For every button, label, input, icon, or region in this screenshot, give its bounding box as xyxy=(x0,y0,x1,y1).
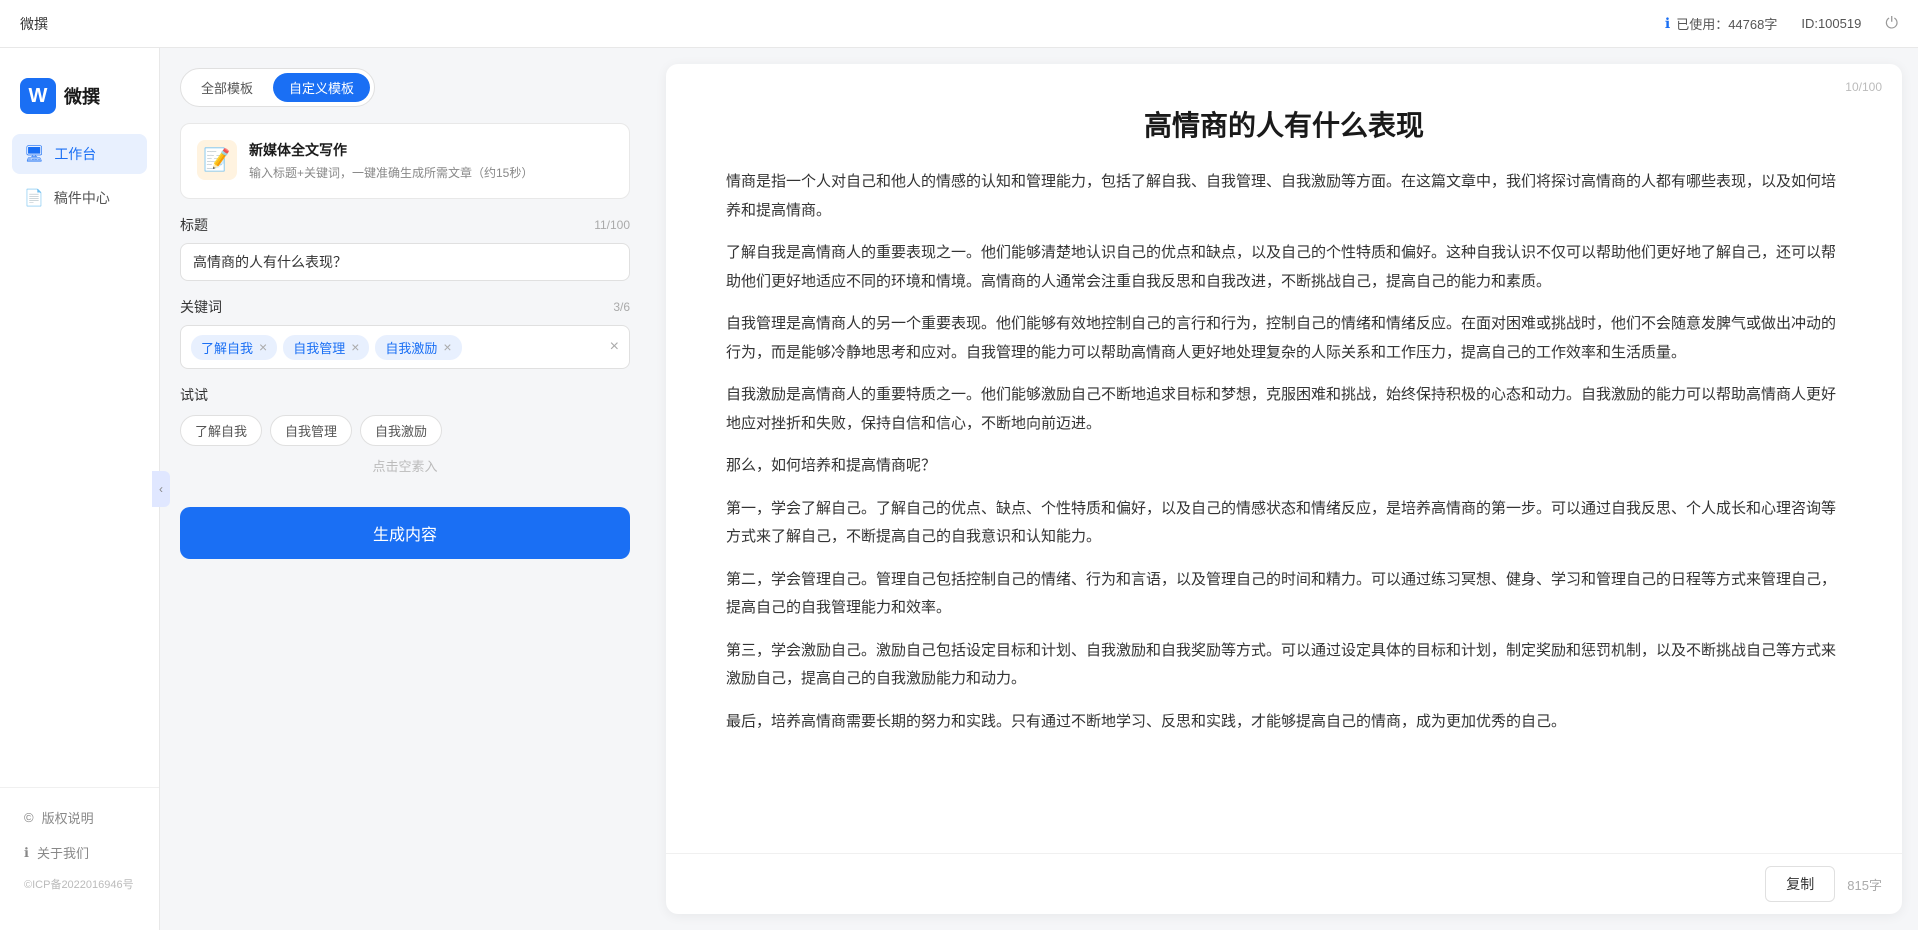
template-card[interactable]: 📝 新媒体全文写作 输入标题+关键词，一键准确生成所需文章（约15秒） xyxy=(180,123,630,199)
generate-button[interactable]: 生成内容 xyxy=(180,507,630,559)
copyright-icon: © xyxy=(24,810,34,825)
keyword-label-2: 自我激励 xyxy=(385,338,437,357)
suggestion-tag-2[interactable]: 自我激励 xyxy=(360,415,442,446)
keyword-remove-2[interactable]: × xyxy=(443,339,451,355)
paragraph-8: 最后，培养高情商需要长期的努力和实践。只有通过不断地学习、反思和实践，才能够提高… xyxy=(726,708,1842,737)
sidebar-item-copyright[interactable]: © 版权说明 xyxy=(12,800,147,835)
desktop-icon: 🖥 xyxy=(24,144,44,164)
paragraph-0: 情商是指一个人对自己和他人的情感的认知和管理能力，包括了解自我、自我管理、自我激… xyxy=(726,168,1842,225)
page-count: 10/100 xyxy=(1845,80,1882,94)
keyword-tag-1[interactable]: 自我管理 × xyxy=(283,335,369,360)
keywords-label-row: 关键词 3/6 xyxy=(180,297,630,317)
keyword-label-0: 了解自我 xyxy=(201,338,253,357)
title-input[interactable] xyxy=(180,243,630,281)
keywords-count: 3/6 xyxy=(613,300,630,314)
sidebar-item-about[interactable]: ℹ 关于我们 xyxy=(12,835,147,870)
collapse-sidebar-button[interactable]: ‹ xyxy=(152,471,170,507)
left-panel: 全部模板 自定义模板 📝 新媒体全文写作 输入标题+关键词，一键准确生成所需文章… xyxy=(160,48,650,930)
template-info: 新媒体全文写作 输入标题+关键词，一键准确生成所需文章（约15秒） xyxy=(249,140,613,182)
header-left: 微撰 xyxy=(20,14,48,34)
keywords-section: 关键词 3/6 了解自我 × 自我管理 × 自我激励 × × xyxy=(180,297,630,369)
template-card-icon: 📝 xyxy=(197,140,237,180)
suggestion-tag-1[interactable]: 自我管理 xyxy=(270,415,352,446)
content-footer: 复制 815字 xyxy=(666,853,1902,914)
sidebar-bottom-label: 关于我们 xyxy=(37,843,89,862)
sidebar-bottom: © 版权说明 ℹ 关于我们 ©ICP备2022016946号 xyxy=(0,787,159,910)
main-container: W 微撰 🖥 工作台 📄 稿件中心 © 版权说明 xyxy=(0,48,1918,930)
sidebar-bottom-label: 版权说明 xyxy=(42,808,94,827)
document-icon: 📄 xyxy=(24,188,44,208)
try-hint: 点击空素入 xyxy=(180,456,630,475)
word-count: 815字 xyxy=(1847,875,1882,894)
icp-text: ©ICP备2022016946号 xyxy=(12,870,147,898)
logo-text: 微撰 xyxy=(64,83,100,109)
paragraph-5: 第一，学会了解自己。了解自己的优点、缺点、个性特质和偏好，以及自己的情感状态和情… xyxy=(726,495,1842,552)
keyword-remove-1[interactable]: × xyxy=(351,339,359,355)
paragraph-3: 自我激励是高情商人的重要特质之一。他们能够激励自己不断地追求目标和梦想，克服困难… xyxy=(726,381,1842,438)
sidebar-item-workbench[interactable]: 🖥 工作台 xyxy=(12,134,147,174)
header: 微撰 ℹ 已使用：44768字 ID:100519 ⏻ xyxy=(0,0,1918,48)
keyword-tag-0[interactable]: 了解自我 × xyxy=(191,335,277,360)
info-circle-icon: ℹ xyxy=(24,845,29,861)
keywords-label: 关键词 xyxy=(180,297,222,317)
header-right: ℹ 已使用：44768字 ID:100519 ⏻ xyxy=(1665,14,1898,33)
content-area: 10/100 高情商的人有什么表现 情商是指一个人对自己和他人的情感的认知和管理… xyxy=(666,64,1902,853)
logo: W 微撰 xyxy=(0,68,159,134)
right-panel: 10/100 高情商的人有什么表现 情商是指一个人对自己和他人的情感的认知和管理… xyxy=(666,64,1902,914)
paragraph-4: 那么，如何培养和提高情商呢？ xyxy=(726,452,1842,481)
sidebar-item-label: 稿件中心 xyxy=(54,188,110,208)
sidebar-nav: 🖥 工作台 📄 稿件中心 xyxy=(0,134,159,787)
paragraph-6: 第二，学会管理自己。管理自己包括控制自己的情绪、行为和言语，以及管理自己的时间和… xyxy=(726,566,1842,623)
title-label: 标题 xyxy=(180,215,208,235)
logo-icon: W xyxy=(20,78,56,114)
paragraph-1: 了解自我是高情商人的重要表现之一。他们能够清楚地认识自己的优点和缺点，以及自己的… xyxy=(726,239,1842,296)
power-icon[interactable]: ⏻ xyxy=(1885,15,1898,33)
copy-button[interactable]: 复制 xyxy=(1765,866,1835,902)
try-label: 试试 xyxy=(180,385,630,405)
template-tabs: 全部模板 自定义模板 xyxy=(180,68,375,107)
sidebar-wrapper: W 微撰 🖥 工作台 📄 稿件中心 © 版权说明 xyxy=(0,48,160,930)
tab-all-templates[interactable]: 全部模板 xyxy=(185,73,269,102)
keyword-remove-0[interactable]: × xyxy=(259,339,267,355)
usage-label: 已使用：44768字 xyxy=(1676,14,1777,33)
paragraph-7: 第三，学会激励自己。激励自己包括设定目标和计划、自我激励和自我奖励等方式。可以通… xyxy=(726,637,1842,694)
content-body: 情商是指一个人对自己和他人的情感的认知和管理能力，包括了解自我、自我管理、自我激… xyxy=(726,168,1842,736)
id-label: ID:100519 xyxy=(1801,16,1861,31)
keyword-tag-2[interactable]: 自我激励 × xyxy=(375,335,461,360)
content-title: 高情商的人有什么表现 xyxy=(726,104,1842,144)
paragraph-2: 自我管理是高情商人的另一个重要表现。他们能够有效地控制自己的言行和行为，控制自己… xyxy=(726,310,1842,367)
keywords-box: 了解自我 × 自我管理 × 自我激励 × × xyxy=(180,325,630,369)
usage-info: ℹ 已使用：44768字 xyxy=(1665,14,1777,33)
sidebar-item-label: 工作台 xyxy=(54,144,96,164)
keyword-label-1: 自我管理 xyxy=(293,338,345,357)
info-icon: ℹ xyxy=(1665,15,1670,32)
suggestion-tag-0[interactable]: 了解自我 xyxy=(180,415,262,446)
try-section: 试试 了解自我 自我管理 自我激励 点击空素入 xyxy=(180,385,630,475)
sidebar-item-drafts[interactable]: 📄 稿件中心 xyxy=(12,178,147,218)
keywords-clear-button[interactable]: × xyxy=(610,339,619,355)
tab-custom-templates[interactable]: 自定义模板 xyxy=(273,73,370,102)
template-desc: 输入标题+关键词，一键准确生成所需文章（约15秒） xyxy=(249,164,613,182)
suggestions: 了解自我 自我管理 自我激励 xyxy=(180,415,630,446)
title-label-row: 标题 11/100 xyxy=(180,215,630,235)
header-title: 微撰 xyxy=(20,14,48,34)
template-name: 新媒体全文写作 xyxy=(249,140,613,160)
title-section: 标题 11/100 xyxy=(180,215,630,281)
sidebar: W 微撰 🖥 工作台 📄 稿件中心 © 版权说明 xyxy=(0,48,160,930)
title-count: 11/100 xyxy=(594,218,630,232)
